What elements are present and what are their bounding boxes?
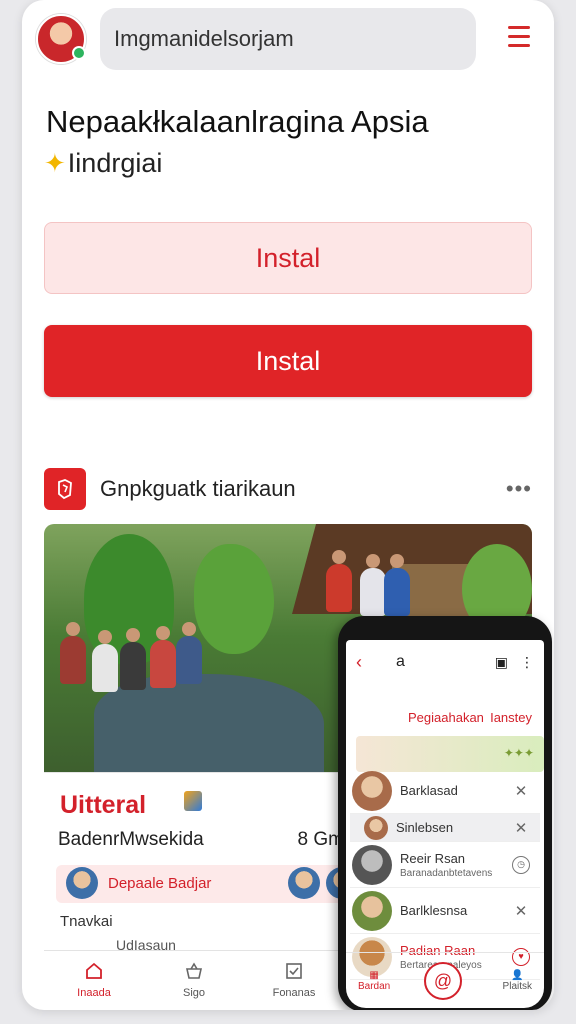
page-title: Nepaakłkalaanlragina Apsia bbox=[46, 104, 429, 139]
phone-nav-profile-label: Plaitsk bbox=[502, 980, 532, 992]
share-icon[interactable]: ▣ bbox=[495, 654, 508, 671]
list-item-title: Reeir Rsan bbox=[400, 850, 466, 866]
section-header: Gnpkguatk tiarikaun ••• bbox=[44, 468, 532, 510]
calendar-icon: ▦ bbox=[369, 969, 379, 981]
install-secondary-button[interactable]: Instal bbox=[44, 222, 532, 294]
info-sub: Tnavkai bbox=[60, 913, 113, 930]
brand-name: Uitteral bbox=[60, 791, 147, 819]
phone-banner: ✦✦✦ bbox=[356, 736, 544, 772]
fab-button[interactable]: @ bbox=[424, 962, 462, 1000]
nav-home[interactable]: Inaada bbox=[44, 951, 144, 1010]
clock-icon[interactable]: ◷ bbox=[512, 855, 530, 874]
app-logo-icon bbox=[44, 468, 86, 510]
online-status-icon bbox=[72, 46, 86, 60]
search-value: Imgmanidelsorjam bbox=[114, 26, 294, 51]
avatar bbox=[364, 815, 388, 840]
profile-avatar[interactable] bbox=[36, 14, 86, 64]
contact-chip[interactable]: Depaale Badjar bbox=[56, 865, 358, 903]
kebab-menu-icon[interactable]: ⋮ bbox=[520, 654, 534, 671]
verified-icon bbox=[184, 791, 202, 811]
checklist-icon bbox=[286, 963, 302, 979]
install-primary-button[interactable]: Instal bbox=[44, 325, 532, 397]
menu-icon[interactable] bbox=[508, 26, 530, 50]
close-icon[interactable]: ✕ bbox=[512, 819, 530, 837]
more-options-icon[interactable]: ••• bbox=[506, 476, 532, 502]
person-icon: 👤 bbox=[511, 969, 524, 981]
nav-shop-label: Sigo bbox=[182, 987, 206, 999]
close-icon[interactable]: ✕ bbox=[512, 902, 530, 920]
app-card: Imgmanidelsorjam Nepaakłkalaanlragina Ap… bbox=[22, 0, 554, 1010]
phone-topbar: ‹ a ▣ ⋮ bbox=[346, 640, 544, 684]
phone-screen: ‹ a ▣ ⋮ Pegiaahakan Ianstey ✦✦✦ Barklasa… bbox=[346, 640, 544, 1008]
list-item[interactable]: Reeir Rsan Baranadanbtetavens ◷ bbox=[350, 842, 540, 888]
phone-tab-1[interactable]: Pegiaahakan bbox=[408, 710, 484, 725]
nav-tasks-label: Fonanas bbox=[272, 987, 316, 999]
list-item[interactable]: Barklasad ✕ bbox=[350, 768, 540, 814]
chip-avatar bbox=[66, 867, 98, 899]
phone-top-label: a bbox=[396, 653, 405, 670]
nav-shop[interactable]: Sigo bbox=[144, 951, 244, 1010]
phone-tabs: Pegiaahakan Ianstey bbox=[346, 710, 544, 725]
page-subtitle: ✦ Iindrgiai bbox=[44, 148, 162, 179]
chip-avatar-2 bbox=[288, 867, 320, 899]
bottom-nav: Inaada Sigo Fonanas bbox=[44, 950, 344, 1010]
list-item-title: Barklasad bbox=[400, 783, 458, 798]
basket-icon bbox=[186, 962, 202, 979]
home-icon bbox=[86, 962, 102, 979]
banner-stars: ✦✦✦ bbox=[503, 746, 534, 760]
avatar bbox=[352, 844, 392, 885]
avatar bbox=[352, 770, 392, 811]
list-item-title: Barlklesnsa bbox=[400, 903, 468, 918]
info-row: BadenrMwsekida 8 Gm bbox=[58, 829, 344, 851]
list-item-title: Sinlebsen bbox=[396, 820, 454, 835]
back-icon[interactable]: ‹ bbox=[356, 652, 362, 673]
sparkle-icon: ✦ bbox=[44, 148, 66, 178]
list-item-subtitle: Baranadanbtetavens bbox=[400, 867, 493, 879]
info-left: BadenrMwsekida bbox=[58, 829, 204, 850]
subtitle-text: Iindrgiai bbox=[67, 148, 163, 178]
close-icon[interactable]: ✕ bbox=[512, 782, 530, 800]
section-label: Gnpkguatk tiarikaun bbox=[100, 476, 296, 501]
info-card: Uitteral BadenrMwsekida 8 Gm Depaale Bad… bbox=[44, 772, 358, 953]
phone-list: Barklasad ✕ Sinlebsen ✕ Reeir Rsan Baran… bbox=[350, 768, 540, 980]
chip-text: Depaale Badjar bbox=[108, 875, 212, 892]
avatar bbox=[352, 890, 392, 931]
phone-nav-home-label: Bardan bbox=[358, 980, 391, 992]
search-bar[interactable]: Imgmanidelsorjam bbox=[100, 8, 476, 70]
phone-nav-home[interactable]: ▦ Bardan bbox=[358, 953, 390, 1008]
nav-home-label: Inaada bbox=[77, 987, 111, 999]
list-item[interactable]: Sinlebsen ✕ bbox=[350, 814, 540, 842]
swirl-icon: @ bbox=[433, 970, 453, 991]
phone-tab-2[interactable]: Ianstey bbox=[490, 710, 532, 725]
phone-nav-profile[interactable]: 👤 Plaitsk bbox=[503, 953, 532, 1008]
nav-tasks[interactable]: Fonanas bbox=[244, 951, 344, 1010]
list-item[interactable]: Barlklesnsa ✕ bbox=[350, 888, 540, 934]
phone-mockup: ‹ a ▣ ⋮ Pegiaahakan Ianstey ✦✦✦ Barklasa… bbox=[338, 616, 552, 1010]
